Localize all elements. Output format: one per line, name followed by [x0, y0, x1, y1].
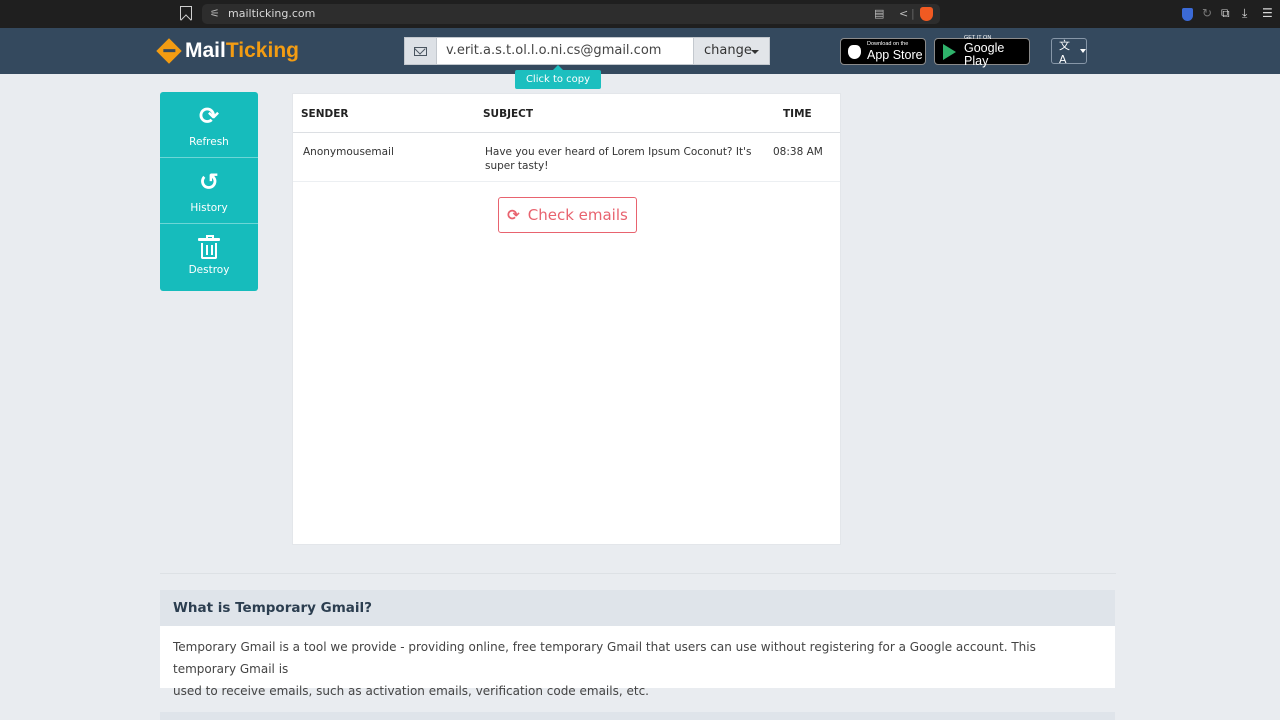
caret-down-icon — [1080, 49, 1086, 53]
destroy-button[interactable]: Destroy — [160, 224, 258, 290]
email-address-group: v.erit.a.s.t.ol.l.o.ni.cs@gmail.com chan… — [404, 37, 770, 65]
app-store-big-text: App Store — [867, 47, 923, 62]
envelope-icon — [404, 37, 436, 65]
menu-icon[interactable]: ☰ — [1262, 6, 1273, 20]
row-sender[interactable]: Anonymousemail — [303, 145, 394, 159]
separator: | — [911, 7, 915, 20]
change-email-dropdown[interactable]: change — [694, 37, 770, 65]
password-manager-icon[interactable] — [1182, 8, 1193, 21]
history-label: History — [190, 202, 228, 214]
refresh-icon: ⟳ — [507, 206, 520, 224]
column-header-time: TIME — [783, 108, 812, 120]
language-selector[interactable]: 文A — [1051, 38, 1087, 66]
row-time: 08:38 AM — [773, 146, 823, 158]
column-header-sender: SENDER — [301, 108, 349, 120]
copy-tooltip: Click to copy — [515, 65, 601, 89]
bookmark-icon[interactable] — [180, 6, 192, 20]
refresh-label: Refresh — [189, 136, 229, 148]
check-emails-label: Check emails — [527, 206, 628, 224]
column-header-subject: SUBJECT — [483, 108, 534, 120]
change-label: change — [704, 43, 752, 58]
faq-answer-line2: used to receive emails, such as activati… — [173, 684, 649, 698]
google-play-badge[interactable]: GET IT ON Google Play — [934, 35, 1030, 68]
inbox-table-header: SENDER SUBJECT TIME — [293, 94, 840, 133]
logo-text-ticking: Ticking — [225, 39, 299, 62]
app-store-small-text: Download on the — [867, 41, 909, 47]
reader-mode-icon[interactable]: ▤ — [874, 7, 884, 20]
next-faq-item[interactable] — [160, 712, 1115, 720]
address-url[interactable]: mailticking.com — [228, 7, 315, 20]
apple-icon — [848, 44, 861, 59]
email-address-field[interactable]: v.erit.a.s.t.ol.l.o.ni.cs@gmail.com — [436, 37, 694, 65]
app-store-badge[interactable]: Download on the App Store — [840, 38, 926, 65]
extensions-icon[interactable]: ⧉ — [1221, 6, 1230, 21]
site-settings-icon[interactable]: ⚟ — [210, 7, 220, 20]
google-play-big-text: Google Play — [964, 41, 1005, 68]
section-divider — [160, 573, 1116, 574]
browser-toolbar: ⚟ mailticking.com ▤ < | ↻ ⧉ ⤓ ☰ — [0, 0, 1280, 28]
refresh-button[interactable]: ⟳ Refresh — [160, 92, 258, 158]
faq-answer-line1: Temporary Gmail is a tool we provide - p… — [173, 640, 1036, 676]
logo-mark-icon — [156, 38, 182, 64]
history-button[interactable]: ↺ History — [160, 158, 258, 224]
google-play-icon — [943, 43, 956, 60]
inbox-panel: SENDER SUBJECT TIME Anonymousemail Have … — [292, 93, 841, 545]
row-subject-line1[interactable]: Have you ever heard of Lorem Ipsum Cocon… — [485, 145, 751, 159]
share-icon[interactable]: < — [899, 7, 908, 20]
site-logo[interactable]: Mail Ticking — [156, 38, 299, 64]
trash-icon — [198, 235, 220, 259]
faq-answer: Temporary Gmail is a tool we provide - p… — [160, 626, 1115, 698]
history-icon: ↺ — [198, 168, 220, 196]
reload-extension-icon[interactable]: ↻ — [1202, 6, 1212, 20]
site-header: Mail Ticking v.erit.a.s.t.ol.l.o.ni.cs@g… — [0, 28, 1280, 74]
translate-icon: 文A — [1059, 38, 1070, 66]
downloads-icon[interactable]: ⤓ — [1242, 6, 1247, 21]
table-row[interactable]: Anonymousemail Have you ever heard of Lo… — [293, 134, 840, 182]
refresh-icon: ⟳ — [198, 102, 220, 130]
logo-text-mail: Mail — [185, 39, 226, 62]
destroy-label: Destroy — [188, 264, 230, 276]
action-sidebar: ⟳ Refresh ↺ History Destroy — [160, 92, 258, 291]
check-emails-button[interactable]: ⟳ Check emails — [498, 197, 637, 233]
caret-down-icon — [751, 50, 759, 54]
faq-question-title[interactable]: What is Temporary Gmail? — [160, 590, 1115, 626]
row-subject-line2[interactable]: super tasty! — [485, 159, 548, 173]
address-bar[interactable]: ⚟ mailticking.com ▤ < | — [202, 4, 940, 24]
brave-shield-icon[interactable] — [920, 7, 933, 21]
